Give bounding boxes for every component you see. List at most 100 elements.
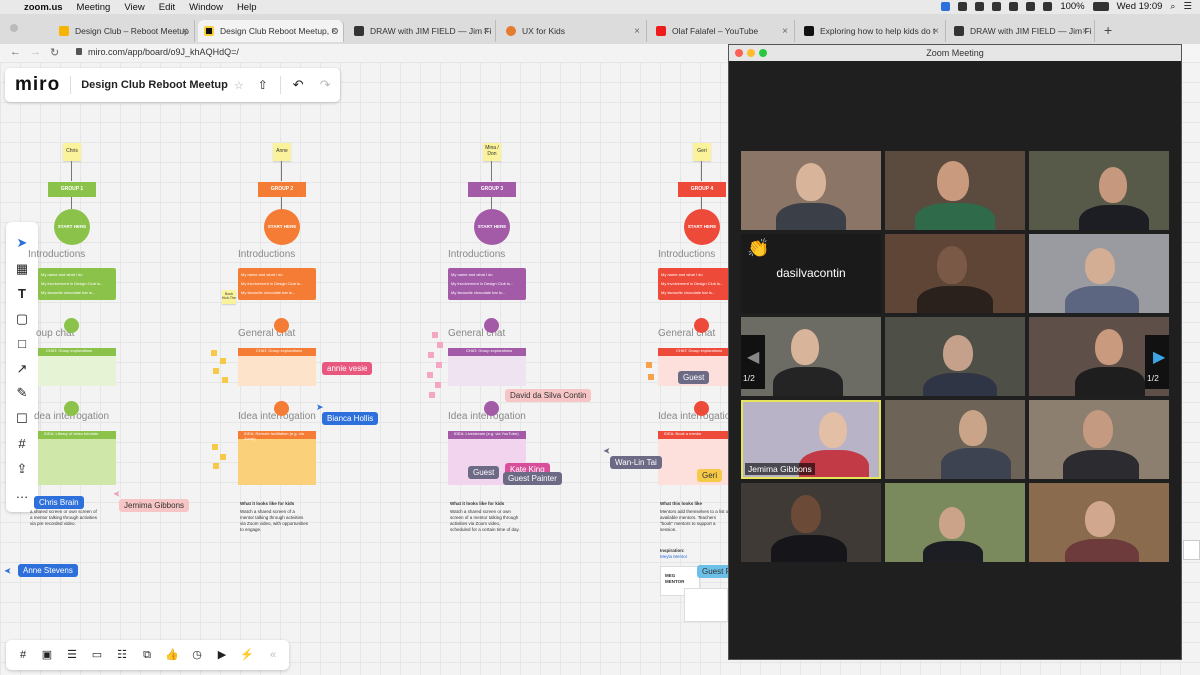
sticky-note[interactable] bbox=[437, 342, 443, 348]
undo-icon[interactable]: ↶ bbox=[293, 77, 304, 93]
small-sticky-note[interactable]: Book Kick-The bbox=[222, 290, 236, 304]
section-title-intro[interactable]: Introductions bbox=[658, 249, 715, 260]
chat-icon[interactable]: ▭ bbox=[90, 648, 104, 662]
tab-exploring-kids[interactable]: Exploring how to help kids do t × bbox=[798, 20, 946, 42]
sticky-note[interactable] bbox=[222, 377, 228, 383]
sticky-note[interactable] bbox=[429, 392, 435, 398]
tab-youtube[interactable]: Olaf Falafel – YouTube × bbox=[650, 20, 795, 42]
clock[interactable]: Wed 19:09 bbox=[1117, 1, 1163, 12]
templates-icon[interactable]: ▦ bbox=[15, 262, 29, 276]
intro-card-group-2[interactable]: My name and what I do My involvement in … bbox=[238, 268, 316, 300]
comments-icon[interactable]: ☰ bbox=[65, 648, 79, 662]
window-close-button[interactable] bbox=[10, 24, 18, 32]
menu-view[interactable]: View bbox=[124, 2, 144, 13]
idea-card-group-2[interactable]: IDEA: Remote facilitation (e.g. via Zoom… bbox=[238, 431, 316, 485]
more-icon[interactable]: … bbox=[15, 487, 29, 501]
shape-icon[interactable]: □ bbox=[15, 337, 29, 351]
sticky-note[interactable] bbox=[213, 368, 219, 374]
text-icon[interactable]: T bbox=[15, 287, 29, 301]
looks-like-text[interactable]: Watch a shared screen or own screen of a… bbox=[450, 509, 520, 533]
zoom-close-button[interactable] bbox=[735, 49, 743, 57]
sticky-note[interactable] bbox=[212, 444, 218, 450]
looks-like-text[interactable]: Watch a shared screen of a mentor talkin… bbox=[240, 509, 310, 533]
group-3-header[interactable]: GROUP 3 bbox=[468, 182, 516, 197]
menu-meeting[interactable]: Meeting bbox=[77, 2, 111, 13]
looks-like-title[interactable]: What it looks like for kids bbox=[240, 501, 310, 507]
star-icon[interactable]: ☆ bbox=[234, 79, 244, 92]
video-dot[interactable] bbox=[64, 318, 79, 333]
sticky-note[interactable] bbox=[213, 463, 219, 469]
close-tab-icon[interactable]: × bbox=[331, 26, 337, 37]
close-tab-icon[interactable]: × bbox=[182, 26, 188, 37]
section-title-intro[interactable]: Introductions bbox=[238, 249, 295, 260]
sticky-note[interactable] bbox=[220, 454, 226, 460]
sticky-note[interactable] bbox=[211, 350, 217, 356]
miro-logo[interactable]: miro bbox=[15, 74, 60, 96]
intro-card-group-1[interactable]: My name and what I do My involvement in … bbox=[38, 268, 116, 300]
group-1-header[interactable]: GROUP 1 bbox=[48, 182, 96, 197]
group-2-header[interactable]: GROUP 2 bbox=[258, 182, 306, 197]
owner-sticky-group-4[interactable]: Geri bbox=[693, 143, 711, 161]
video-dot[interactable] bbox=[694, 318, 709, 333]
video-tile-active-speaker[interactable]: Jemima Gibbons bbox=[741, 400, 881, 479]
group-3-start-button[interactable]: START HERE bbox=[474, 209, 510, 245]
collapse-icon[interactable]: « bbox=[266, 648, 280, 662]
sticky-note[interactable] bbox=[646, 362, 652, 368]
comment-icon[interactable]: ☐ bbox=[15, 412, 29, 426]
video-tile[interactable] bbox=[885, 234, 1025, 313]
chat-card-group-3[interactable]: CHAT: Group explorations bbox=[448, 348, 526, 386]
intro-card-group-4[interactable]: My name and what I do My involvement in … bbox=[658, 268, 736, 300]
activity-icon[interactable]: ⚡ bbox=[240, 648, 254, 662]
search-icon[interactable]: ⌕ bbox=[1170, 1, 1175, 12]
next-page-button[interactable]: ▶ 1/2 bbox=[1145, 335, 1169, 389]
close-tab-icon[interactable]: × bbox=[634, 26, 640, 37]
screen-share-icon[interactable]: ⧉ bbox=[140, 648, 154, 662]
video-dot[interactable] bbox=[274, 401, 289, 416]
looks-like-text[interactable]: Mentors add themselves to a list of avai… bbox=[660, 509, 730, 533]
url-field[interactable]: miro.com/app/board/o9J_khAQHdQ=/ bbox=[88, 47, 239, 57]
frame-icon[interactable]: # bbox=[15, 437, 29, 451]
tab-draw-jim-field-2[interactable]: DRAW with JIM FIELD — Jim Fi × bbox=[948, 20, 1095, 42]
sticky-note[interactable] bbox=[427, 372, 433, 378]
pen-icon[interactable]: ✎ bbox=[15, 386, 29, 400]
tab-miro-board[interactable]: Design Club Reboot Meetup, O × bbox=[198, 20, 344, 42]
video-dot[interactable] bbox=[64, 401, 79, 416]
video-tile[interactable] bbox=[741, 483, 881, 562]
chat-card-group-1[interactable]: CHAT: Group explorations bbox=[38, 348, 116, 386]
extension-icon[interactable] bbox=[958, 2, 968, 11]
owner-sticky-group-2[interactable]: Anne bbox=[273, 143, 291, 161]
owner-sticky-group-1[interactable]: Chris bbox=[63, 143, 81, 161]
bluetooth-icon[interactable] bbox=[992, 2, 1002, 11]
timer-icon[interactable]: ◷ bbox=[190, 648, 204, 662]
prev-page-button[interactable]: ◀ 1/2 bbox=[741, 335, 765, 389]
select-icon[interactable]: ➤ bbox=[15, 236, 29, 250]
close-tab-icon[interactable]: × bbox=[1082, 26, 1088, 37]
tab-draw-jim-field[interactable]: DRAW with JIM FIELD — Jim Fi × bbox=[348, 20, 496, 42]
video-tile-no-video[interactable]: 👏 dasilvacontin bbox=[741, 234, 881, 313]
inspiration-link[interactable]: Meyla Mentor bbox=[660, 554, 730, 560]
board-title[interactable]: Design Club Reboot Meetup bbox=[81, 79, 228, 91]
video-dot[interactable] bbox=[274, 318, 289, 333]
dropbox-icon[interactable] bbox=[975, 2, 985, 11]
video-dot[interactable] bbox=[484, 318, 499, 333]
mentor-screenshot-2[interactable] bbox=[684, 588, 728, 622]
close-tab-icon[interactable]: × bbox=[933, 26, 939, 37]
sticky-note[interactable] bbox=[220, 358, 226, 364]
section-title-intro[interactable]: Introductions bbox=[448, 249, 505, 260]
sticky-note[interactable] bbox=[435, 382, 441, 388]
video-tile[interactable] bbox=[1029, 400, 1169, 479]
airplay-icon[interactable] bbox=[1026, 2, 1036, 11]
redo-icon[interactable]: ↷ bbox=[320, 77, 331, 93]
looks-like-title[interactable]: What it looks like for kids bbox=[450, 501, 520, 507]
zoom-maximize-button[interactable] bbox=[759, 49, 767, 57]
video-dot[interactable] bbox=[694, 401, 709, 416]
video-tile[interactable] bbox=[885, 400, 1025, 479]
idea-card-group-1[interactable]: IDEA: Library of video tutorials bbox=[38, 431, 116, 485]
tab-ux-for-kids[interactable]: UX for Kids × bbox=[500, 20, 647, 42]
sticky-note[interactable] bbox=[436, 362, 442, 368]
video-dot[interactable] bbox=[484, 401, 499, 416]
menu-edit[interactable]: Edit bbox=[159, 2, 175, 13]
sticky-note[interactable] bbox=[428, 352, 434, 358]
close-tab-icon[interactable]: × bbox=[483, 26, 489, 37]
group-2-start-button[interactable]: START HERE bbox=[264, 209, 300, 245]
